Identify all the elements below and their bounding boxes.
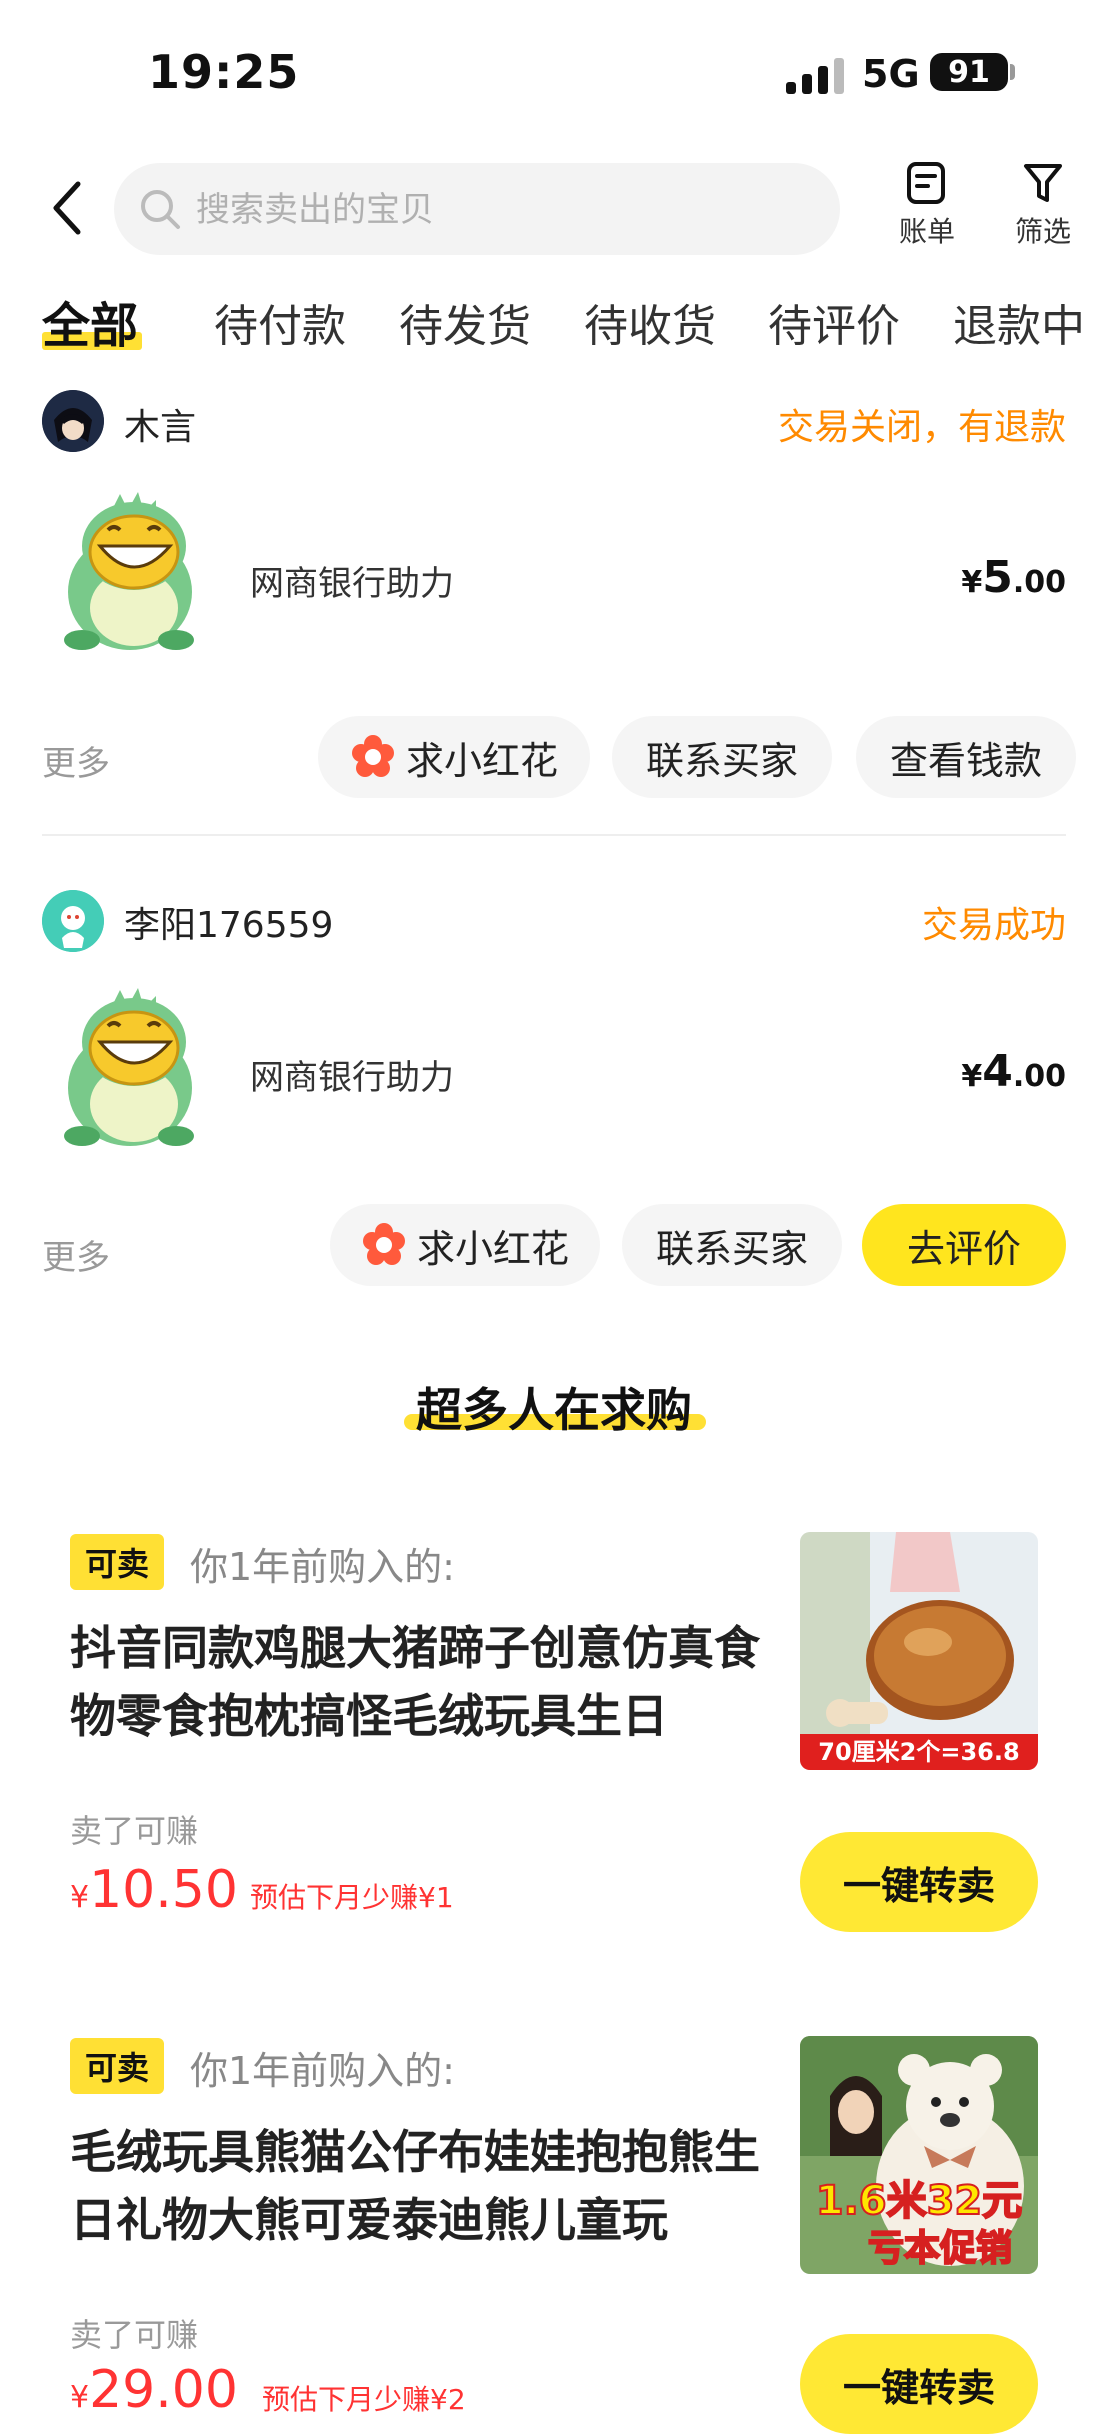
earn-label: 卖了可赚 xyxy=(70,2316,199,2354)
status-time: 19:25 xyxy=(148,45,300,99)
product-name[interactable]: 网商银行助力 xyxy=(250,1050,454,1099)
view-payment-button[interactable]: 查看钱款 xyxy=(856,716,1076,798)
buyer-name[interactable]: 李阳176559 xyxy=(124,896,333,948)
flower-icon xyxy=(362,1223,405,1265)
search-input[interactable] xyxy=(196,182,796,238)
review-button[interactable]: 去评价 xyxy=(862,1204,1066,1286)
price-decimal: .00 xyxy=(1012,565,1066,600)
one-click-resell-button[interactable]: 一键转卖 xyxy=(800,2334,1038,2434)
product-price: ¥5.00 xyxy=(961,552,1066,603)
ask-flower-label: 求小红花 xyxy=(405,738,558,783)
battery-level: 91 xyxy=(948,54,990,90)
earn-amount: ¥29.00 xyxy=(70,2360,238,2420)
buyer-name[interactable]: 木言 xyxy=(124,398,196,450)
earn-amount: ¥10.50 xyxy=(70,1860,238,1920)
filter-icon xyxy=(1024,164,1062,202)
buyer-avatar[interactable] xyxy=(42,890,104,952)
bill-label: 账单 xyxy=(898,215,955,248)
filter-button[interactable]: 筛选 xyxy=(1006,160,1080,250)
sellable-tag: 可卖 xyxy=(70,2038,164,2094)
earn-value: 29.00 xyxy=(89,2360,238,2420)
network-label: 5G xyxy=(862,52,920,96)
product-image-caption-2: 亏本促销 xyxy=(868,2228,1012,2269)
sellable-tag: 可卖 xyxy=(70,1534,164,1590)
product-price: ¥4.00 xyxy=(961,1046,1066,1097)
bill-icon xyxy=(907,162,945,204)
earn-label: 卖了可赚 xyxy=(70,1812,199,1850)
tab-pending-receipt[interactable]: 待收货 xyxy=(584,290,716,354)
product-thumbnail[interactable] xyxy=(42,480,218,656)
earn-currency: ¥ xyxy=(70,1880,90,1915)
tab-pending-review[interactable]: 待评价 xyxy=(768,290,900,354)
price-integer: 4 xyxy=(982,1046,1013,1097)
earn-currency: ¥ xyxy=(70,2380,90,2415)
chevron-left-icon xyxy=(53,181,81,235)
product-name[interactable]: 网商银行助力 xyxy=(250,556,454,605)
order-status: 交易成功 xyxy=(921,905,1066,946)
price-decimal: .00 xyxy=(1012,1059,1066,1094)
back-button[interactable] xyxy=(44,178,100,238)
product-image-caption: 70厘米2个=36.8 xyxy=(818,1738,1019,1766)
flower-icon xyxy=(351,735,394,777)
ask-flower-button[interactable]: 求小红花 xyxy=(318,716,590,798)
contact-buyer-button[interactable]: 联系买家 xyxy=(622,1204,842,1286)
one-click-resell-button[interactable]: 一键转卖 xyxy=(800,1832,1038,1932)
product-thumbnail[interactable] xyxy=(42,976,218,1152)
contact-buyer-button[interactable]: 联系买家 xyxy=(612,716,832,798)
promo-product-image[interactable]: 70厘米2个=36.8 xyxy=(800,1532,1038,1770)
promo-product-title[interactable]: 毛绒玩具熊猫公仔布娃娃抱抱熊生日礼物大熊可爱泰迪熊儿童玩 xyxy=(70,2118,770,2254)
ask-flower-label: 求小红花 xyxy=(416,1226,569,1271)
bill-button[interactable]: 账单 xyxy=(890,160,964,250)
price-integer: 5 xyxy=(982,552,1013,603)
earn-value: 10.50 xyxy=(89,1860,238,1920)
order-status: 交易关闭，有退款 xyxy=(777,407,1066,448)
tab-pending-shipment[interactable]: 待发货 xyxy=(399,290,531,354)
price-currency: ¥ xyxy=(961,1059,983,1094)
ask-flower-button[interactable]: 求小红花 xyxy=(330,1204,600,1286)
filter-label: 筛选 xyxy=(1014,215,1071,248)
battery-icon: 91 xyxy=(930,53,1008,91)
bought-time: 你1年前购入的: xyxy=(190,2049,455,2093)
signal-icon xyxy=(786,58,844,94)
tab-pending-payment[interactable]: 待付款 xyxy=(214,290,346,354)
product-image-caption: 1.6米32元 xyxy=(816,2178,1023,2224)
more-link[interactable]: 更多 xyxy=(42,736,110,785)
bought-time: 你1年前购入的: xyxy=(190,1545,455,1589)
buyer-avatar[interactable] xyxy=(42,390,104,452)
price-currency: ¥ xyxy=(961,565,983,600)
battery-tip xyxy=(1010,64,1015,80)
search-icon xyxy=(138,187,182,231)
promo-title: 超多人在求购 xyxy=(416,1383,692,1437)
promo-product-title[interactable]: 抖音同款鸡腿大猪蹄子创意仿真食物零食抱枕搞怪毛绒玩具生日 xyxy=(70,1614,770,1750)
tab-all[interactable]: 全部 xyxy=(42,286,138,356)
order-divider xyxy=(42,834,1066,836)
earn-estimate: 预估下月少赚¥1 xyxy=(250,1881,454,1914)
earn-estimate: 预估下月少赚¥2 xyxy=(262,2383,466,2416)
tab-refunding[interactable]: 退款中 xyxy=(953,290,1085,354)
more-link[interactable]: 更多 xyxy=(42,1230,110,1279)
promo-product-image[interactable]: 1.6米32元 亏本促销 xyxy=(800,2036,1038,2274)
